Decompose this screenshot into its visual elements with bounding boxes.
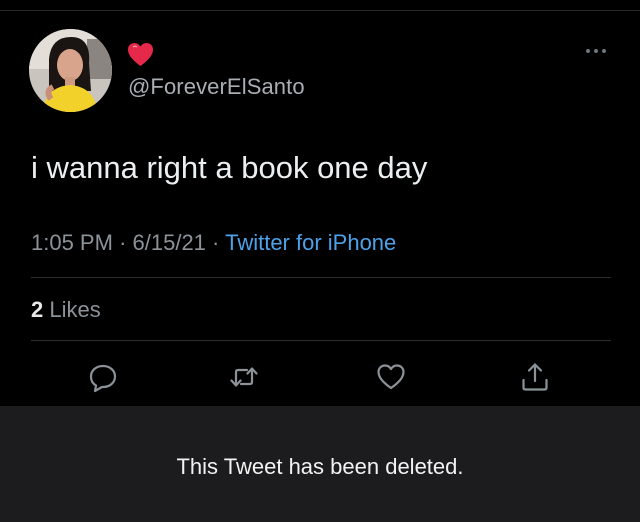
more-icon[interactable] bbox=[585, 46, 607, 56]
likes-stat[interactable]: 2 Likes bbox=[31, 297, 101, 323]
reply-icon bbox=[89, 364, 117, 393]
avatar-image bbox=[29, 29, 112, 112]
tweet-text: i wanna right a book one day bbox=[31, 150, 428, 185]
divider bbox=[31, 340, 611, 341]
tweet-source-link[interactable]: Twitter for iPhone bbox=[225, 230, 396, 255]
reply-button[interactable] bbox=[86, 360, 120, 394]
top-divider bbox=[0, 10, 640, 11]
like-button[interactable] bbox=[374, 360, 408, 394]
meta-separator: · bbox=[119, 230, 127, 255]
tweet-time: 1:05 PM bbox=[31, 230, 113, 255]
divider bbox=[31, 277, 611, 278]
author-handle[interactable]: @ForeverElSanto bbox=[128, 74, 305, 100]
deleted-banner: This Tweet has been deleted. bbox=[0, 406, 640, 522]
share-icon bbox=[522, 363, 548, 391]
tweet-meta: 1:05 PM · 6/15/21 · Twitter for iPhone bbox=[31, 230, 396, 256]
retweet-button[interactable] bbox=[227, 360, 261, 394]
avatar[interactable] bbox=[29, 29, 112, 112]
tweet-date: 6/15/21 bbox=[132, 230, 206, 255]
share-button[interactable] bbox=[518, 360, 552, 394]
likes-label: Likes bbox=[49, 297, 101, 322]
heart-icon bbox=[377, 364, 405, 390]
deleted-message: This Tweet has been deleted. bbox=[176, 454, 464, 479]
red-heart-emoji bbox=[128, 43, 153, 66]
meta-separator: · bbox=[212, 230, 220, 255]
likes-count: 2 bbox=[31, 297, 44, 322]
retweet-icon bbox=[230, 367, 258, 387]
